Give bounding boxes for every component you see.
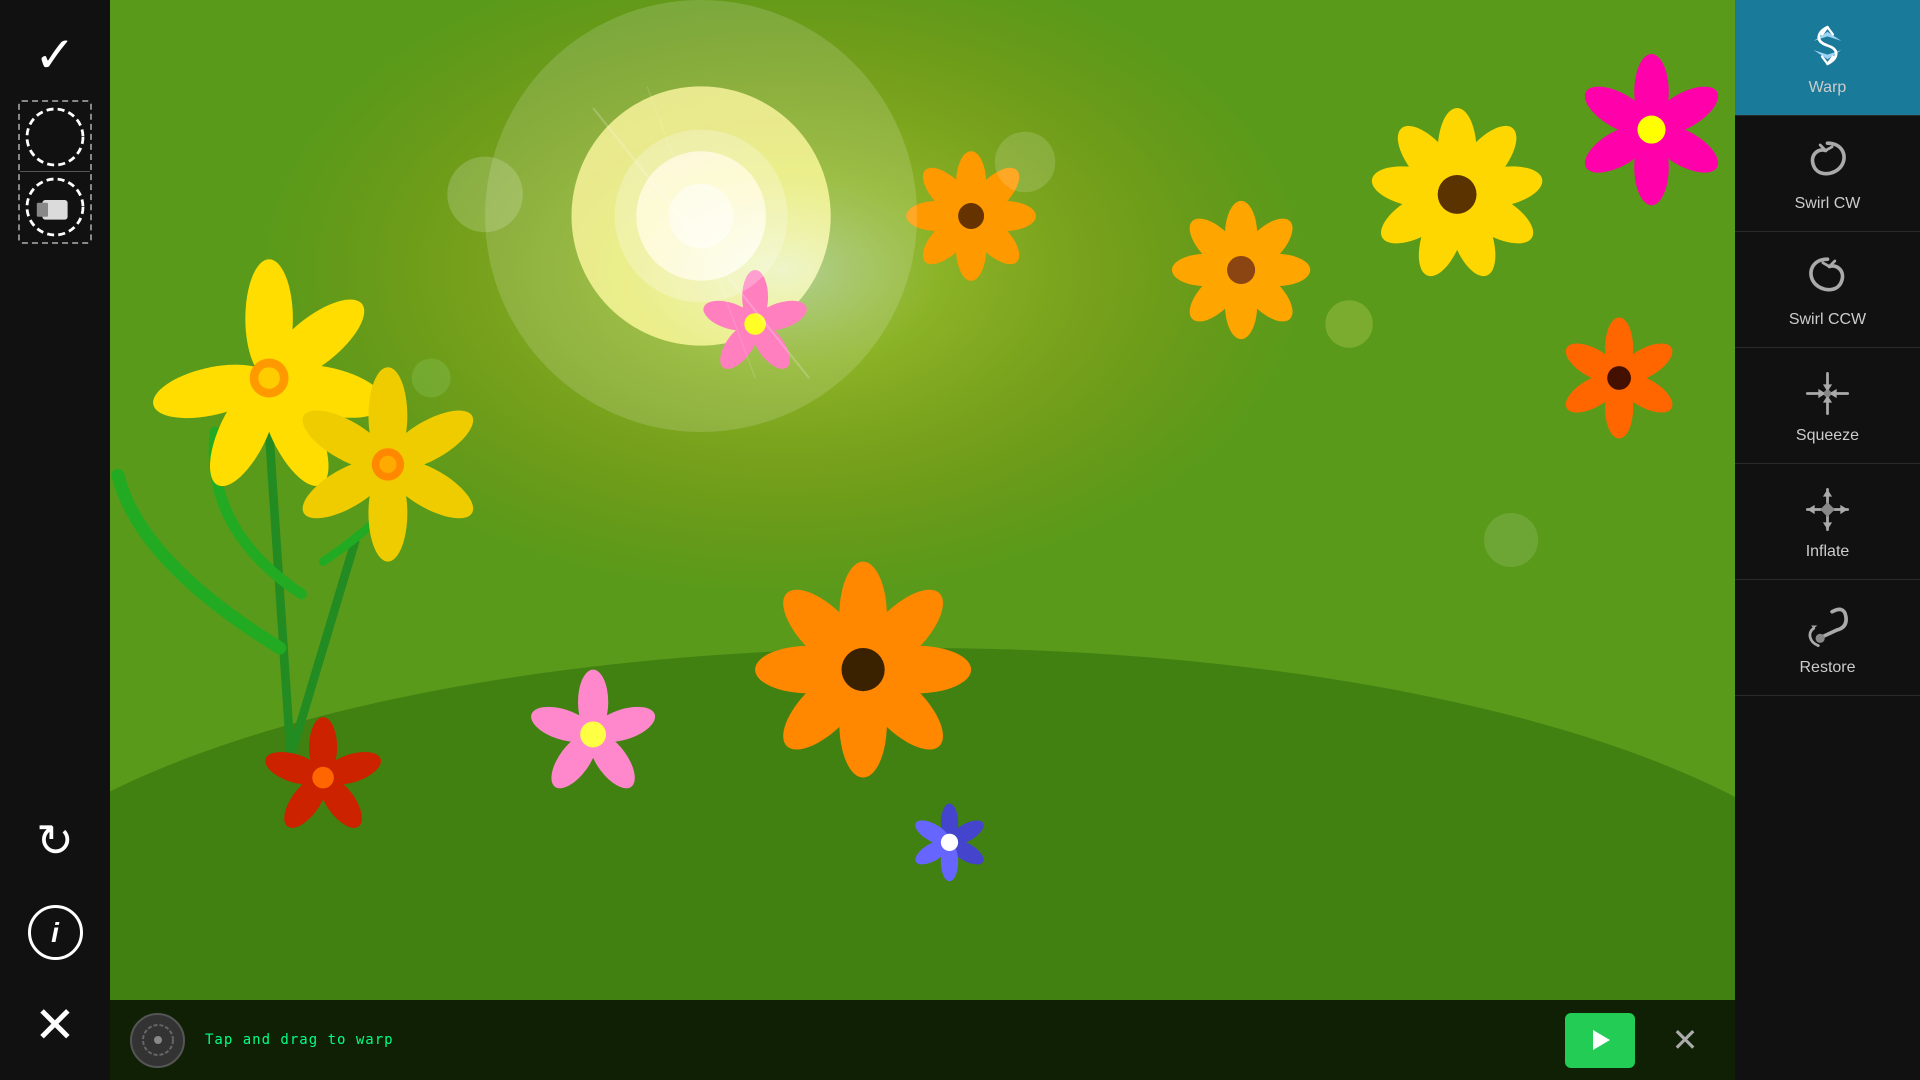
left-sidebar: ✓ ↻ i ✕ [0,0,110,1080]
refresh-button[interactable]: ↻ [20,805,90,875]
brush-selector [18,100,92,244]
left-bottom-controls: ↻ i ✕ [20,805,90,1060]
swirl-cw-button[interactable]: Swirl CW [1735,116,1920,232]
confirm-button[interactable]: ✓ [20,20,90,90]
info-button[interactable]: i [28,905,83,960]
inflate-button[interactable]: Inflate [1735,464,1920,580]
eraser-brush-button[interactable] [20,172,90,242]
canvas-image [110,0,1735,1080]
close-bottom-button[interactable]: ✕ [1655,1013,1715,1068]
main-canvas[interactable]: Tap and drag to warp ✕ [110,0,1735,1080]
bottom-bar: Tap and drag to warp ✕ [110,1000,1735,1080]
squeeze-label: Squeeze [1796,427,1859,445]
brush-preview [130,1013,185,1068]
inflate-label: Inflate [1806,543,1850,561]
circle-brush-button[interactable] [20,102,90,172]
right-sidebar: Warp Swirl CW Swirl CCW [1735,0,1920,1080]
cancel-button[interactable]: ✕ [20,990,90,1060]
warp-label: Warp [1809,79,1847,97]
swirl-cw-label: Swirl CW [1795,195,1861,213]
swirl-ccw-label: Swirl CCW [1789,311,1866,329]
apply-button[interactable] [1565,1013,1635,1068]
warp-tool-button[interactable]: Warp [1735,0,1920,116]
swirl-ccw-button[interactable]: Swirl CCW [1735,232,1920,348]
restore-button[interactable]: Restore [1735,580,1920,696]
squeeze-button[interactable]: Squeeze [1735,348,1920,464]
left-top-controls: ✓ [18,20,92,244]
hint-text: Tap and drag to warp [205,1032,1545,1048]
restore-label: Restore [1799,659,1855,677]
